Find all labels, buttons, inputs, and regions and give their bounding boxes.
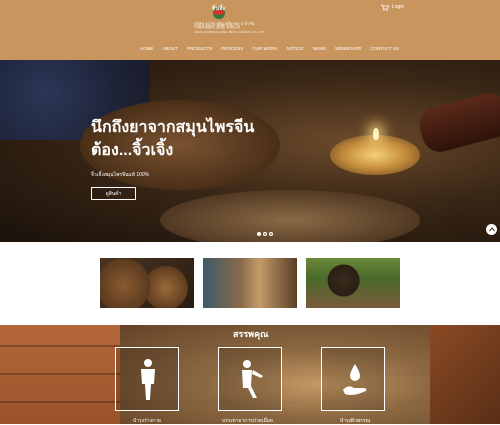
nav-item-home[interactable]: HOME: [140, 46, 154, 51]
main-nav: HOME ABOUT PRODUCTS PROCESS OUR WORK NOT…: [140, 46, 408, 51]
gallery-thumb-herb-bowls[interactable]: [100, 258, 194, 308]
nav-item-products[interactable]: PRODUCTS: [187, 46, 212, 51]
hero-image-herbs: [160, 190, 420, 242]
nav-item-process[interactable]: PROCESS: [221, 46, 243, 51]
hero-subtitle: จิ้วเจิ้งสมุนไพรจีนแท้ 100%: [91, 172, 150, 178]
nav-item-about[interactable]: ABOUT: [163, 46, 179, 51]
scroll-top-button[interactable]: [486, 224, 497, 235]
nav-item-our-work[interactable]: OUR WORK: [252, 46, 277, 51]
human-body-icon: [141, 359, 155, 400]
massage-icon: [242, 360, 263, 398]
feature-card-body[interactable]: [115, 347, 179, 411]
gallery-thumb-teapot[interactable]: [306, 258, 400, 308]
hand-drop-icon: [343, 364, 367, 395]
features-title: สรรพคุณ: [233, 329, 269, 339]
feature-card-skin[interactable]: [321, 347, 385, 411]
company-name-en: JONG ZHONGHUANG BEYS GROUP CO.,LTD: [194, 30, 265, 34]
hero-title-line1: นึกถึงยาจากสมุนไพรจีน: [91, 119, 255, 136]
hero-slider: [0, 60, 500, 242]
cart-icon[interactable]: [381, 4, 389, 11]
nav-item-news[interactable]: NEWS: [313, 46, 327, 51]
nav-item-notice[interactable]: NOTICE: [287, 46, 304, 51]
gallery-thumb-pharmacist[interactable]: [203, 258, 297, 308]
hero-image-candle: [330, 135, 420, 175]
chevron-up-icon: [488, 227, 495, 232]
view-products-button[interactable]: ดูสินค้า: [91, 187, 136, 200]
site-header: จิ้วเจิ้ง บริษัท จงโซ่วเฟินเหยี่ยวหลาง จ…: [0, 0, 500, 60]
hero-image-scroll: [415, 89, 500, 156]
nav-item-webboard[interactable]: WEBBOARD: [335, 46, 361, 51]
login-link[interactable]: Login: [392, 4, 404, 10]
nav-item-contact[interactable]: CONTACT US: [370, 46, 399, 51]
slider-dot-3[interactable]: [269, 232, 273, 236]
feature-card-massage[interactable]: [218, 347, 282, 411]
slider-dots: [257, 232, 273, 236]
features-bg-frame: [430, 325, 500, 424]
brand-name: จิ้วเจิ้ง: [212, 6, 225, 12]
slider-dot-2[interactable]: [263, 232, 267, 236]
hero-title-line2: ต้อง...จิ้วเจิ้ง: [91, 142, 174, 159]
slider-dot-1[interactable]: [257, 232, 261, 236]
hero-image-flame: [373, 128, 379, 140]
